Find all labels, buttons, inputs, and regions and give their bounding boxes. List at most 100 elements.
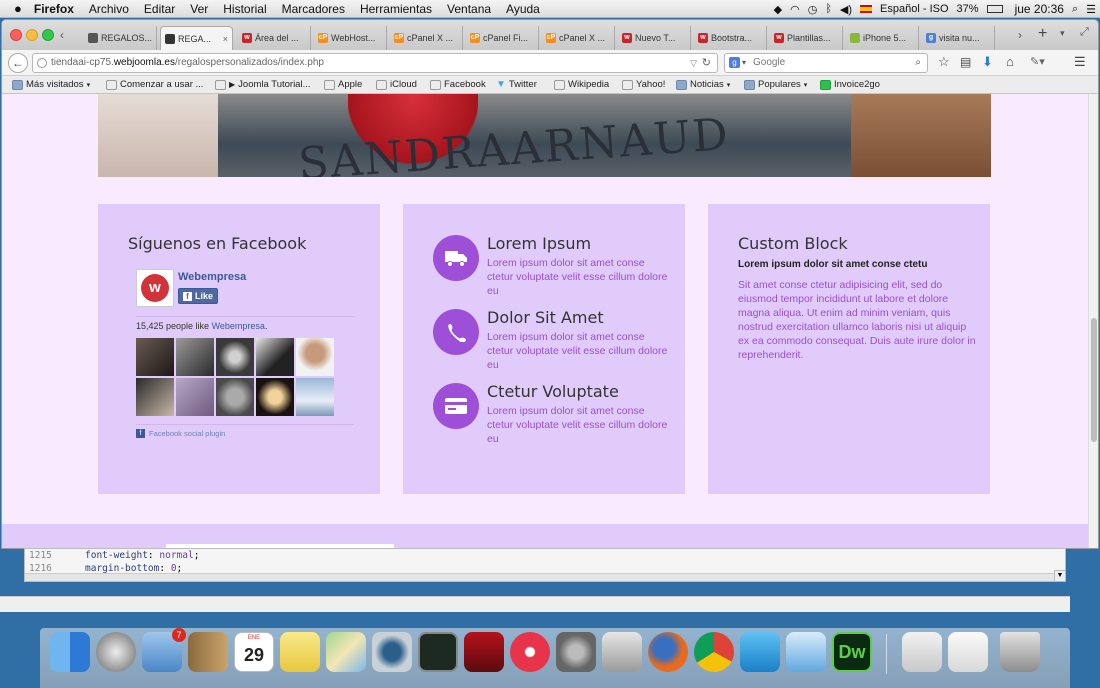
bookmark-icloud[interactable]: iCloud	[376, 79, 417, 90]
wifi-icon[interactable]: ◠	[790, 3, 800, 16]
extension-icon[interactable]: ✎▾	[1030, 55, 1045, 68]
reading-list-icon[interactable]: ▤	[960, 55, 971, 69]
facebook-page-name[interactable]: Webempresa	[178, 271, 246, 283]
tabs-scroll-left-icon[interactable]: ‹	[60, 28, 64, 42]
bookmark-twitter[interactable]: ▼ Twitter	[496, 79, 537, 90]
bookmark-joomla[interactable]: ▶ Joomla Tutorial...	[215, 79, 311, 90]
tab-webhost[interactable]: cP WebHost...	[314, 26, 387, 50]
fan-avatar[interactable]	[176, 378, 214, 416]
fan-avatar[interactable]	[136, 338, 174, 376]
clock[interactable]: jue 20:36	[1015, 2, 1064, 16]
bookmark-yahoo[interactable]: Yahoo!	[622, 79, 665, 90]
firefox-icon[interactable]	[648, 632, 688, 672]
fullscreen-icon[interactable]: ⤢	[1080, 26, 1089, 39]
menu-ver[interactable]: Ver	[190, 2, 208, 16]
maps-icon[interactable]	[326, 632, 366, 672]
apple-icon[interactable]: ●	[14, 1, 22, 16]
scissors-utility-icon[interactable]	[602, 632, 642, 672]
bookmark-mas-visitados[interactable]: Más visitados ▾	[12, 79, 90, 90]
menu-editar[interactable]: Editar	[144, 2, 175, 16]
downloads-icon[interactable]: ⬇	[982, 54, 993, 70]
people-count-link[interactable]: Webempresa	[212, 321, 265, 331]
tab-iphone[interactable]: iPhone 5...	[846, 26, 919, 50]
new-tab-icon[interactable]: +	[1038, 25, 1047, 43]
search-input[interactable]: g ▾ Google ⌕	[724, 53, 928, 73]
fan-avatar[interactable]	[216, 338, 254, 376]
tab-plantillas[interactable]: w Plantillas...	[770, 26, 843, 50]
teamviewer-icon[interactable]	[786, 632, 826, 672]
facetime-icon[interactable]	[372, 632, 412, 672]
notes-icon[interactable]	[280, 632, 320, 672]
documents-stack-icon[interactable]	[948, 632, 988, 672]
bookmark-noticias[interactable]: Noticias ▾	[676, 79, 730, 90]
photo-booth-icon[interactable]	[464, 632, 504, 672]
applications-stack-icon[interactable]	[902, 632, 942, 672]
menu-historial[interactable]: Historial	[223, 2, 266, 16]
fan-avatar[interactable]	[216, 378, 254, 416]
bookmark-invoice2go[interactable]: Invoice2go	[820, 79, 880, 90]
launchpad-icon[interactable]	[96, 632, 136, 672]
itunes-icon[interactable]	[510, 632, 550, 672]
tabs-scroll-right-icon[interactable]: ›	[1018, 28, 1022, 42]
url-dropdown-icon[interactable]: ▽	[690, 54, 697, 72]
tab-list-icon[interactable]: ▾	[1060, 28, 1065, 39]
tab-nuevo[interactable]: w Nuevo T...	[618, 26, 691, 50]
finder-icon[interactable]	[50, 632, 90, 672]
facebook-plugin-credit[interactable]: f Facebook social plugin	[136, 429, 225, 438]
bookmark-apple[interactable]: Apple	[324, 79, 362, 90]
app-store-icon[interactable]	[740, 632, 780, 672]
chrome-icon[interactable]	[694, 632, 734, 672]
tab-visita[interactable]: g visita nu...	[922, 26, 995, 50]
volume-icon[interactable]: ◀)	[840, 3, 852, 16]
fan-avatar[interactable]	[256, 338, 294, 376]
editor-hscrollbar[interactable]	[25, 573, 1065, 581]
timemachine-icon[interactable]: ◷	[808, 3, 818, 16]
tab-regalos-1[interactable]: REGALOS...	[84, 26, 157, 50]
fan-avatar[interactable]	[176, 338, 214, 376]
trash-icon[interactable]	[1000, 632, 1040, 672]
menu-herramientas[interactable]: Herramientas	[360, 2, 432, 16]
address-bar[interactable]: tiendaai-cp75.webjoomla.es/regalosperson…	[32, 53, 718, 73]
bookmark-wikipedia[interactable]: Wikipedia	[554, 79, 609, 90]
menu-app-name[interactable]: Firefox	[34, 2, 74, 16]
system-preferences-icon[interactable]	[556, 632, 596, 672]
fan-avatar[interactable]	[296, 338, 334, 376]
home-icon[interactable]: ⌂	[1006, 54, 1014, 69]
tab-cpanel-x-1[interactable]: cP cPanel X ...	[390, 26, 463, 50]
facebook-page-avatar[interactable]: w	[136, 269, 174, 307]
facebook-like-button[interactable]: f Like	[178, 288, 219, 304]
bluetooth-icon[interactable]: ᛒ	[825, 3, 832, 15]
close-tab-icon[interactable]: ×	[223, 34, 228, 44]
calendar-icon[interactable]: ENE 29	[234, 632, 274, 672]
menu-ayuda[interactable]: Ayuda	[506, 2, 540, 16]
battery-icon[interactable]	[986, 5, 1003, 13]
dropbox-icon[interactable]: ◆	[774, 3, 782, 16]
minimize-window-button[interactable]	[26, 29, 38, 41]
input-source-label[interactable]: Español - ISO	[880, 3, 948, 15]
menu-archivo[interactable]: Archivo	[89, 2, 129, 16]
bookmark-star-icon[interactable]: ☆	[938, 54, 950, 70]
editor-vscroll-arrow[interactable]: ▼	[1054, 570, 1066, 582]
mail-icon[interactable]: 7	[142, 628, 186, 672]
fan-avatar[interactable]	[136, 378, 174, 416]
search-engine-dropdown-icon[interactable]: ▾	[742, 54, 746, 72]
dreamweaver-icon[interactable]: Dw	[832, 632, 872, 672]
menu-ventana[interactable]: Ventana	[447, 2, 491, 16]
close-window-button[interactable]	[10, 29, 22, 41]
fan-avatar[interactable]	[256, 378, 294, 416]
fan-avatar[interactable]	[296, 378, 334, 416]
tab-cpanel-x-2[interactable]: cP cPanel X ...	[542, 26, 615, 50]
tab-cpanel-fi[interactable]: cP cPanel Fi...	[466, 26, 539, 50]
back-button[interactable]: ←	[8, 53, 28, 73]
zoom-window-button[interactable]	[42, 29, 54, 41]
contacts-icon[interactable]	[188, 632, 228, 672]
tab-area-del[interactable]: w Área del ...	[238, 26, 311, 50]
bookmark-populares[interactable]: Populares ▾	[744, 79, 807, 90]
notification-center-icon[interactable]: ☰	[1086, 3, 1096, 16]
tab-regalos-active[interactable]: REGA... ×	[160, 26, 233, 51]
activity-monitor-icon[interactable]	[418, 632, 458, 672]
reload-icon[interactable]: ↻	[702, 54, 711, 72]
battery-label[interactable]: 37%	[957, 3, 979, 15]
page-scrollbar[interactable]	[1088, 94, 1098, 548]
menu-marcadores[interactable]: Marcadores	[282, 2, 345, 16]
